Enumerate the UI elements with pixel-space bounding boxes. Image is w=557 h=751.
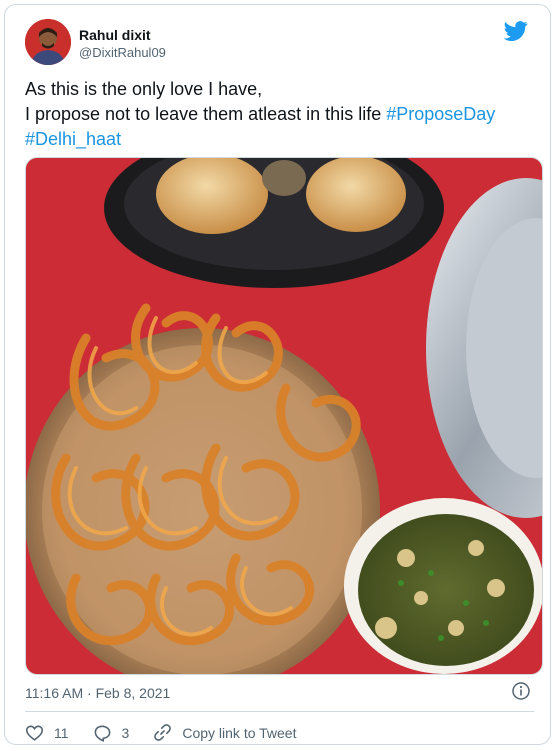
tweet-meta[interactable]: 11:16 AM · Feb 8, 2021 <box>25 685 170 701</box>
tweet-text: As this is the only love I have, I propo… <box>25 77 545 152</box>
tweet-line-1: As this is the only love I have, <box>25 79 263 99</box>
divider <box>25 711 534 712</box>
author-name[interactable]: Rahul dixit <box>79 27 151 43</box>
copy-link-label: Copy link to Tweet <box>182 724 297 741</box>
tweet-date: Feb 8, 2021 <box>95 685 171 701</box>
hashtag-delhi-haat[interactable]: #Delhi_haat <box>25 129 121 149</box>
link-icon <box>154 724 172 741</box>
author-handle[interactable]: @DixitRahul09 <box>79 45 166 60</box>
reply-count: 3 <box>121 724 130 741</box>
reply-button[interactable]: 3 <box>93 724 130 742</box>
like-button[interactable]: 11 <box>25 724 69 741</box>
food-photo-image <box>26 158 542 674</box>
tweet-card: Rahul dixit @DixitRahul09 As this is the… <box>4 4 551 745</box>
tweet-time: 11:16 AM <box>25 685 84 701</box>
meta-separator: · <box>87 685 92 701</box>
like-count: 11 <box>54 724 69 741</box>
hashtag-proposeday[interactable]: #ProposeDay <box>386 104 495 124</box>
copy-link-button[interactable]: Copy link to Tweet <box>153 723 296 742</box>
twitter-bird-icon[interactable] <box>504 21 528 41</box>
heart-icon <box>25 725 44 741</box>
tweet-line-2-text: I propose not to leave them atleast in t… <box>25 104 382 124</box>
tweet-actions: 11 3 Copy link to Tweet <box>25 723 320 742</box>
tweet-line-2: I propose not to leave them atleast in t… <box>25 102 545 127</box>
tweet-photo[interactable] <box>25 157 543 675</box>
reply-icon <box>94 724 110 742</box>
info-icon[interactable] <box>512 682 530 700</box>
avatar[interactable] <box>25 19 71 65</box>
